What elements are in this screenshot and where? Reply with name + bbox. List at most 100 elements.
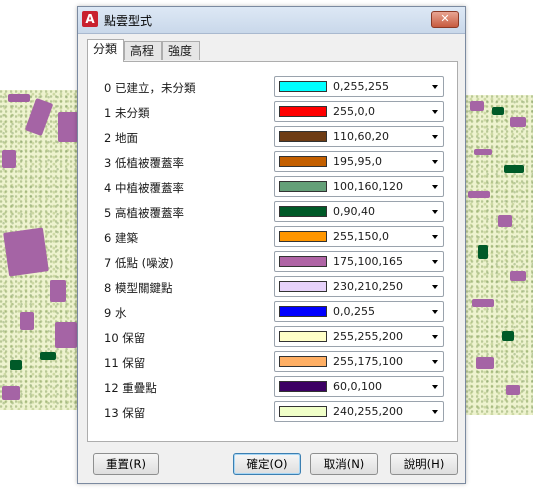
color-dropdown[interactable]: 60,0,100: [274, 376, 444, 397]
building-patch: [470, 101, 484, 111]
tab-classification[interactable]: 分類: [87, 39, 124, 62]
building-patch: [472, 299, 494, 307]
dropdown-arrow-icon: [432, 285, 438, 289]
dropdown-arrow-icon: [432, 410, 438, 414]
class-row: 9 水 0,0,255: [88, 301, 457, 326]
rgb-value: 195,95,0: [333, 155, 382, 168]
vegetation-patch: [502, 331, 514, 341]
building-patch: [498, 215, 512, 227]
class-label: 0 已建立，未分類: [104, 81, 196, 95]
color-swatch: [279, 81, 327, 92]
cancel-button[interactable]: 取消(N): [310, 453, 378, 475]
class-row: 1 未分類 255,0,0: [88, 101, 457, 126]
dropdown-arrow-icon: [432, 385, 438, 389]
class-row: 8 模型關鍵點 230,210,250: [88, 276, 457, 301]
color-dropdown[interactable]: 175,100,165: [274, 251, 444, 272]
point-cloud-view-left: [0, 90, 80, 410]
vegetation-patch: [504, 165, 524, 173]
building-patch: [20, 312, 34, 330]
rgb-value: 0,0,255: [333, 305, 375, 318]
class-row: 6 建築 255,150,0: [88, 226, 457, 251]
classification-panel: 0 已建立，未分類 0,255,255 1 未分類 255,0,0 2 地面 110,60…: [87, 61, 458, 442]
dropdown-arrow-icon: [432, 135, 438, 139]
building-patch: [506, 385, 520, 395]
class-row: 3 低植被覆蓋率 195,95,0: [88, 151, 457, 176]
rgb-value: 100,160,120: [333, 180, 403, 193]
building-patch: [55, 322, 77, 348]
class-label: 10 保留: [104, 331, 146, 345]
color-dropdown[interactable]: 0,0,255: [274, 301, 444, 322]
dropdown-arrow-icon: [432, 235, 438, 239]
class-row: 13 保留 240,255,200: [88, 401, 457, 426]
building-patch: [3, 227, 49, 277]
class-row: 12 重疊點 60,0,100: [88, 376, 457, 401]
class-row: 0 已建立，未分類 0,255,255: [88, 76, 457, 101]
rgb-value: 230,210,250: [333, 280, 403, 293]
rgb-value: 255,150,0: [333, 230, 389, 243]
class-row: 5 高植被覆蓋率 0,90,40: [88, 201, 457, 226]
color-swatch: [279, 406, 327, 417]
building-patch: [510, 271, 526, 281]
building-patch: [8, 94, 30, 102]
dropdown-arrow-icon: [432, 335, 438, 339]
point-cloud-view-right: [466, 95, 533, 415]
color-swatch: [279, 181, 327, 192]
color-dropdown[interactable]: 195,95,0: [274, 151, 444, 172]
rgb-value: 255,0,0: [333, 105, 375, 118]
class-label: 12 重疊點: [104, 381, 157, 395]
color-dropdown[interactable]: 240,255,200: [274, 401, 444, 422]
color-swatch: [279, 156, 327, 167]
building-patch: [468, 191, 490, 198]
close-button[interactable]: ✕: [431, 11, 459, 28]
color-dropdown[interactable]: 110,60,20: [274, 126, 444, 147]
title-bar: A 點雲型式 ✕: [78, 7, 465, 34]
rgb-value: 240,255,200: [333, 405, 403, 418]
building-patch: [474, 149, 492, 155]
app-logo-icon: A: [82, 11, 98, 27]
help-button[interactable]: 說明(H): [390, 453, 458, 475]
class-row: 7 低點 (噪波) 175,100,165: [88, 251, 457, 276]
class-label: 11 保留: [104, 356, 146, 370]
color-dropdown[interactable]: 255,175,100: [274, 351, 444, 372]
building-patch: [2, 386, 20, 400]
class-label: 4 中植被覆蓋率: [104, 181, 184, 195]
color-dropdown[interactable]: 255,255,200: [274, 326, 444, 347]
dropdown-arrow-icon: [432, 85, 438, 89]
color-swatch: [279, 381, 327, 392]
tab-elevation[interactable]: 高程: [124, 41, 162, 60]
color-dropdown[interactable]: 230,210,250: [274, 276, 444, 297]
color-swatch: [279, 106, 327, 117]
color-dropdown[interactable]: 0,90,40: [274, 201, 444, 222]
ok-button[interactable]: 確定(O): [233, 453, 301, 475]
color-dropdown[interactable]: 255,150,0: [274, 226, 444, 247]
rgb-value: 0,255,255: [333, 80, 389, 93]
rgb-value: 0,90,40: [333, 205, 375, 218]
dropdown-arrow-icon: [432, 160, 438, 164]
building-patch: [50, 280, 66, 302]
vegetation-patch: [10, 360, 22, 370]
tab-intensity[interactable]: 強度: [162, 41, 200, 60]
class-label: 13 保留: [104, 406, 146, 420]
vegetation-patch: [478, 245, 488, 259]
rgb-value: 175,100,165: [333, 255, 403, 268]
reset-button[interactable]: 重置(R): [93, 453, 159, 475]
color-dropdown[interactable]: 0,255,255: [274, 76, 444, 97]
class-label: 6 建築: [104, 231, 138, 245]
class-row: 10 保留 255,255,200: [88, 326, 457, 351]
vegetation-patch: [492, 107, 504, 115]
color-swatch: [279, 231, 327, 242]
dropdown-arrow-icon: [432, 310, 438, 314]
class-label: 3 低植被覆蓋率: [104, 156, 184, 170]
vegetation-patch: [40, 352, 56, 360]
color-swatch: [279, 281, 327, 292]
building-patch: [2, 150, 16, 168]
color-dropdown[interactable]: 100,160,120: [274, 176, 444, 197]
class-row: 11 保留 255,175,100: [88, 351, 457, 376]
class-row: 4 中植被覆蓋率 100,160,120: [88, 176, 457, 201]
color-swatch: [279, 356, 327, 367]
rgb-value: 255,255,200: [333, 330, 403, 343]
color-dropdown[interactable]: 255,0,0: [274, 101, 444, 122]
dropdown-arrow-icon: [432, 110, 438, 114]
building-patch: [476, 357, 494, 369]
rgb-value: 255,175,100: [333, 355, 403, 368]
